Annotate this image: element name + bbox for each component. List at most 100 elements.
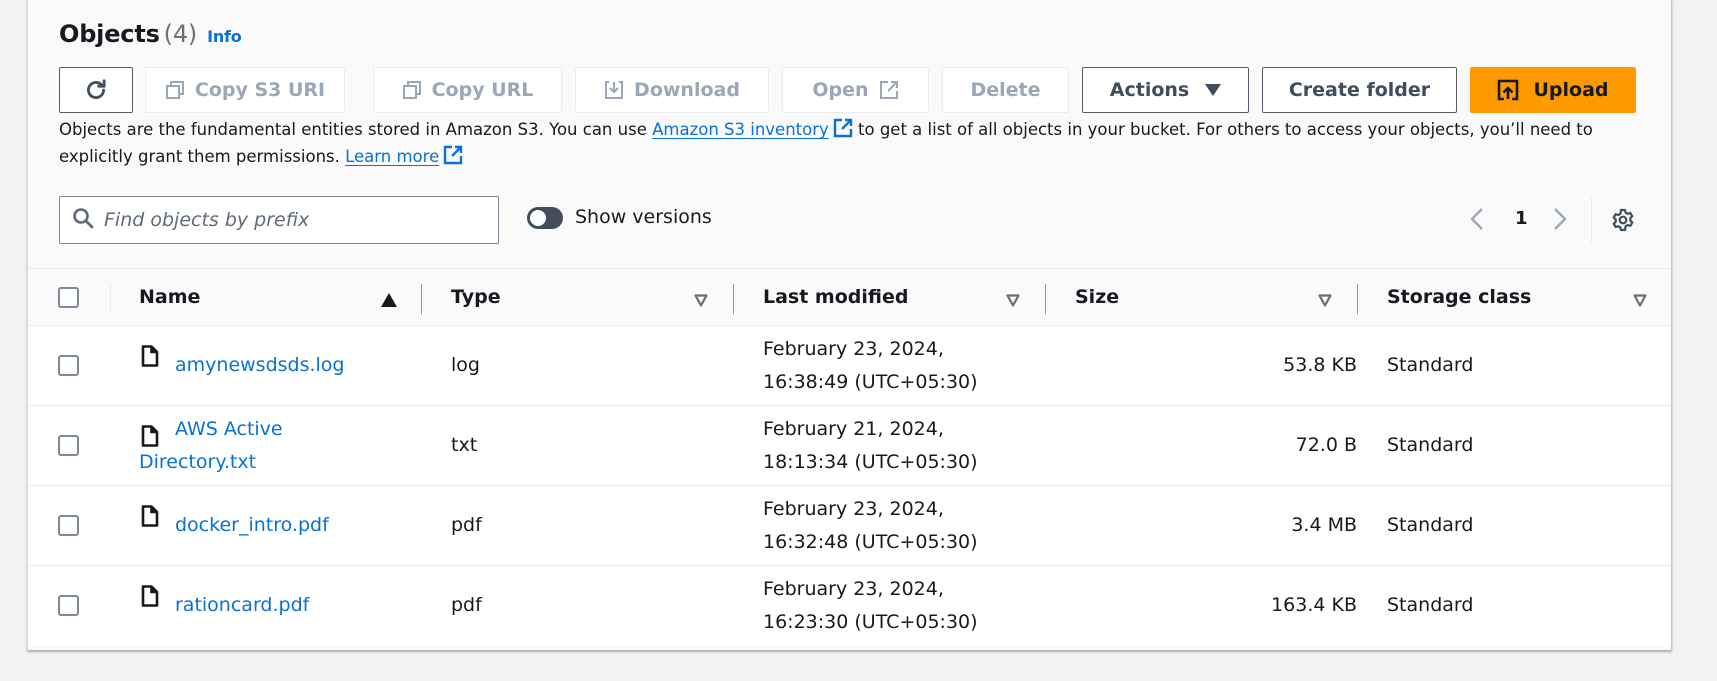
delete-label: Delete (970, 79, 1041, 101)
file-icon (141, 505, 159, 531)
copy-icon (402, 80, 422, 100)
object-last-modified: February 23, 2024, 16:38:49 (UTC+05:30) (763, 333, 978, 399)
table-row[interactable]: AWS Active Directory.txt txt February 21,… (28, 406, 1671, 486)
actions-label: Actions (1109, 79, 1190, 101)
column-header-name[interactable]: Name (139, 269, 419, 325)
caret-down-icon (1205, 84, 1222, 96)
table-header: Name Type Last modified Size Storage cla… (28, 268, 1671, 326)
object-name-link[interactable]: docker_intro.pdf (175, 514, 329, 536)
object-last-modified: February 23, 2024, 16:32:48 (UTC+05:30) (763, 493, 978, 559)
modified-date: February 23, 2024, (763, 338, 944, 360)
object-storage-class: Standard (1387, 594, 1474, 616)
search-input[interactable] (104, 209, 484, 231)
object-name-cell: docker_intro.pdf (175, 509, 329, 542)
object-name-link[interactable]: amynewsdsds.log (175, 354, 345, 376)
row-checkbox[interactable] (58, 435, 79, 456)
external-link-icon (879, 80, 899, 100)
column-header-storage-class[interactable]: Storage class (1387, 269, 1667, 325)
modified-date: February 21, 2024, (763, 418, 944, 440)
table-row[interactable]: rationcard.pdf pdf February 23, 2024, 16… (28, 566, 1671, 646)
object-name-cell: amynewsdsds.log (175, 349, 345, 382)
objects-description: Objects are the fundamental entities sto… (59, 118, 1649, 172)
object-name-line[interactable]: AWS Active (175, 418, 283, 440)
modified-time: 18:13:34 (UTC+05:30) (763, 451, 978, 473)
download-icon (604, 80, 624, 100)
modified-time: 16:38:49 (UTC+05:30) (763, 371, 978, 393)
objects-table: Name Type Last modified Size Storage cla… (28, 268, 1671, 646)
object-name-link[interactable]: AWS Active Directory.txt (139, 418, 283, 473)
gear-icon (1611, 208, 1635, 236)
description-text: Objects are the fundamental entities sto… (59, 120, 653, 139)
create-folder-button[interactable]: Create folder (1262, 67, 1457, 113)
column-label: Last modified (763, 286, 909, 308)
column-label: Type (451, 286, 501, 308)
object-size: 163.4 KB (1271, 594, 1357, 616)
show-versions-toggle[interactable] (527, 207, 563, 229)
actions-dropdown[interactable]: Actions (1082, 67, 1249, 113)
preferences-button[interactable] (1611, 208, 1635, 236)
column-label: Name (139, 286, 201, 308)
object-name-link[interactable]: rationcard.pdf (175, 594, 309, 616)
object-type: pdf (451, 594, 482, 616)
previous-page-button[interactable] (1469, 207, 1485, 235)
search-field[interactable] (59, 196, 499, 244)
object-size: 53.8 KB (1283, 354, 1357, 376)
copy-s3-uri-label: Copy S3 URI (194, 79, 326, 101)
row-checkbox[interactable] (58, 355, 79, 376)
open-label: Open (812, 79, 869, 101)
column-header-type[interactable]: Type (451, 269, 731, 325)
upload-icon (1497, 79, 1519, 101)
delete-button[interactable]: Delete (942, 67, 1069, 113)
copy-icon (165, 80, 185, 100)
row-checkbox[interactable] (58, 515, 79, 536)
column-header-last-modified[interactable]: Last modified (763, 269, 1043, 325)
file-icon (141, 585, 159, 611)
external-link-icon (443, 145, 463, 172)
current-page[interactable]: 1 (1515, 208, 1528, 229)
s3-inventory-link[interactable]: Amazon S3 inventory (652, 120, 829, 139)
next-page-button[interactable] (1552, 207, 1568, 235)
learn-more-link[interactable]: Learn more (345, 147, 439, 166)
object-storage-class: Standard (1387, 434, 1474, 456)
download-button[interactable]: Download (575, 67, 769, 113)
row-checkbox[interactable] (58, 595, 79, 616)
object-storage-class: Standard (1387, 354, 1474, 376)
object-count: (4) (163, 20, 198, 48)
table-row[interactable]: amynewsdsds.log log February 23, 2024, 1… (28, 326, 1671, 406)
open-button[interactable]: Open (782, 67, 929, 113)
sort-icon (1006, 290, 1020, 312)
sort-icon (1318, 290, 1332, 312)
copy-s3-uri-button[interactable]: Copy S3 URI (145, 67, 345, 113)
column-header-size[interactable]: Size (1075, 269, 1355, 325)
upload-label: Upload (1533, 79, 1609, 101)
show-versions-label: Show versions (575, 206, 712, 228)
search-icon (72, 207, 94, 233)
copy-url-button[interactable]: Copy URL (373, 67, 562, 113)
sort-icon (1633, 290, 1647, 312)
upload-button[interactable]: Upload (1470, 67, 1636, 113)
select-all-checkbox[interactable] (58, 287, 79, 308)
page-title: Objects (4) Info (59, 20, 242, 48)
table-row[interactable]: docker_intro.pdf pdf February 23, 2024, … (28, 486, 1671, 566)
column-label: Size (1075, 286, 1120, 308)
object-last-modified: February 23, 2024, 16:23:30 (UTC+05:30) (763, 573, 978, 639)
object-type: txt (451, 434, 478, 456)
sort-ascending-icon (381, 290, 397, 312)
objects-panel: Objects (4) Info Copy S3 URI Copy URL Down… (27, 0, 1672, 650)
sort-icon (694, 290, 708, 312)
object-storage-class: Standard (1387, 514, 1474, 536)
create-folder-label: Create folder (1288, 79, 1431, 101)
refresh-button[interactable] (59, 67, 133, 113)
object-type: pdf (451, 514, 482, 536)
object-type: log (451, 354, 480, 376)
object-name-line[interactable]: Directory.txt (139, 451, 256, 473)
modified-time: 16:32:48 (UTC+05:30) (763, 531, 978, 553)
info-link[interactable]: Info (207, 27, 242, 46)
object-size: 3.4 MB (1291, 514, 1357, 536)
download-label: Download (634, 79, 740, 101)
pager-divider (1591, 197, 1592, 243)
object-name-cell: AWS Active Directory.txt (139, 413, 283, 479)
object-last-modified: February 21, 2024, 18:13:34 (UTC+05:30) (763, 413, 978, 479)
refresh-icon (83, 77, 109, 103)
title-text: Objects (59, 20, 160, 48)
